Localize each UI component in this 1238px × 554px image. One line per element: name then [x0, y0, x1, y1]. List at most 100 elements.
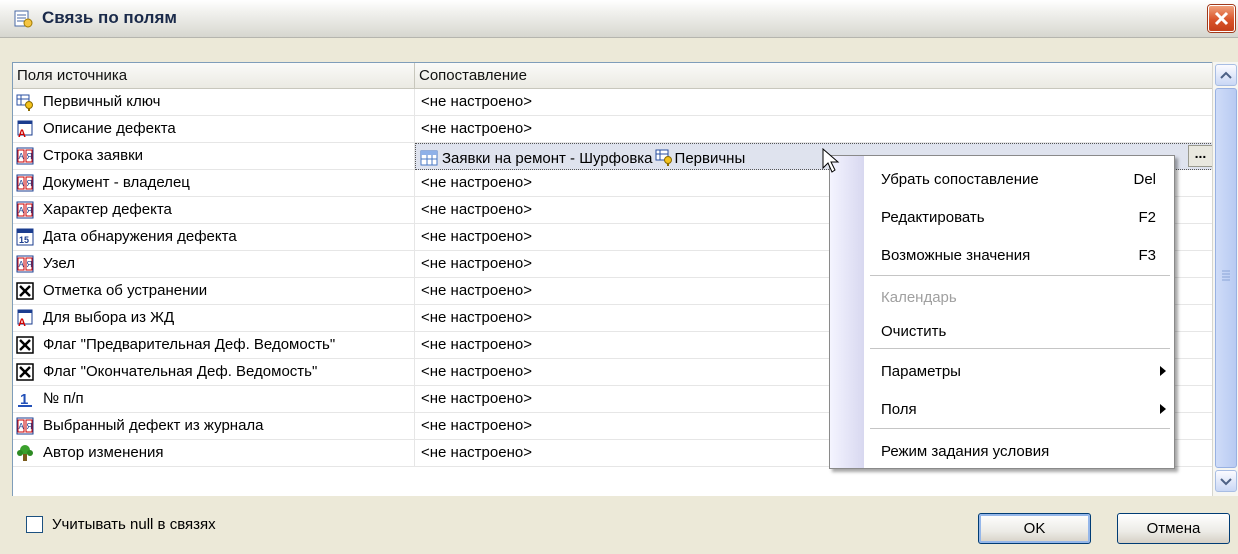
source-field-cell[interactable]: Флаг "Окончательная Деф. Ведомость" — [13, 359, 415, 386]
menu-item[interactable]: Режим задания условия — [864, 432, 1174, 470]
menu-item-label: Поля — [881, 401, 917, 418]
source-field-label: Флаг "Предварительная Деф. Ведомость" — [43, 336, 336, 353]
source-field-label: Отметка об устранении — [43, 282, 208, 299]
source-field-cell[interactable]: Первичный ключ — [13, 89, 415, 116]
key-icon — [655, 148, 673, 170]
title-bar[interactable]: Связь по полям — [0, 0, 1238, 38]
ok-button[interactable]: OK — [978, 513, 1091, 544]
menu-item[interactable]: Возможные значения F3 — [864, 236, 1174, 274]
table-row[interactable]: Первичный ключ <не настроено> — [13, 89, 1215, 116]
menu-item[interactable]: Поля — [864, 390, 1174, 428]
source-field-cell[interactable]: A Я Документ - владелец — [13, 170, 415, 197]
selected-mapping-value: Заявки на ремонт - Шурфовка Первичны — [420, 148, 745, 170]
source-field-cell[interactable]: A Я Строка заявки — [13, 143, 415, 170]
checkbox-icon — [16, 336, 34, 354]
source-field-label: Описание дефекта — [43, 120, 176, 137]
number-icon: 1 — [16, 390, 34, 408]
header-mapping[interactable]: Сопоставление — [415, 63, 1215, 89]
submenu-arrow-icon — [1160, 366, 1166, 376]
source-field-label: Выбранный дефект из журнала — [43, 417, 264, 434]
svg-text:Я: Я — [27, 179, 33, 188]
menu-item[interactable]: Параметры — [864, 352, 1174, 390]
source-field-cell[interactable]: A Описание дефекта — [13, 116, 415, 143]
ellipsis-button[interactable]: ... — [1188, 145, 1213, 167]
menu-item-label: Календарь — [881, 289, 957, 306]
grip-icon — [1222, 270, 1230, 281]
menu-item[interactable]: Очистить — [864, 312, 1174, 350]
source-field-cell[interactable]: A Я Характер дефекта — [13, 197, 415, 224]
menu-item-shortcut: Del — [1133, 171, 1156, 188]
table-icon — [420, 150, 438, 170]
source-field-label: Строка заявки — [43, 147, 144, 164]
table-row[interactable]: A Описание дефекта <не настроено> — [13, 116, 1215, 143]
source-field-label: Первичный ключ — [43, 93, 161, 110]
null-in-links-label[interactable]: Учитывать null в связях — [52, 516, 216, 533]
scroll-thumb[interactable] — [1215, 88, 1237, 468]
close-button[interactable] — [1208, 5, 1235, 32]
string-icon: AЯ — [16, 255, 34, 273]
menu-item: Календарь — [864, 278, 1174, 316]
menu-item-label: Режим задания условия — [881, 443, 1050, 460]
cursor-arrow-icon — [822, 147, 840, 173]
close-icon — [1214, 11, 1229, 26]
menu-item-label: Убрать сопоставление — [881, 171, 1039, 188]
header-source-fields[interactable]: Поля источника — [13, 63, 415, 89]
link-fields-icon — [14, 9, 33, 28]
chevron-down-icon — [1220, 478, 1232, 486]
source-field-cell[interactable]: A Я Выбранный дефект из журнала — [13, 413, 415, 440]
date-icon: 15 — [16, 228, 34, 246]
dialog-footer: Учитывать null в связях OK Отмена — [0, 496, 1238, 554]
svg-text:A: A — [19, 422, 25, 431]
mapping-table-name: Заявки на ремонт - Шурфовка — [442, 150, 653, 167]
svg-text:Я: Я — [27, 260, 33, 269]
string-icon: AЯ — [16, 201, 34, 219]
source-field-cell[interactable]: Отметка об устранении — [13, 278, 415, 305]
vertical-scrollbar[interactable] — [1212, 62, 1238, 496]
scroll-down-button[interactable] — [1215, 470, 1237, 492]
text-icon: A — [16, 120, 34, 140]
scroll-up-button[interactable] — [1215, 64, 1237, 86]
svg-text:Я: Я — [27, 422, 33, 431]
menu-item-label: Редактировать — [881, 209, 985, 226]
svg-text:A: A — [19, 206, 25, 215]
source-field-label: Дата обнаружения дефекта — [43, 228, 237, 245]
svg-text:A: A — [19, 179, 25, 188]
menu-separator — [870, 275, 1170, 276]
key-icon — [16, 93, 34, 111]
menu-separator — [870, 428, 1170, 429]
cancel-button[interactable]: Отмена — [1117, 513, 1230, 544]
chevron-up-icon — [1220, 71, 1232, 79]
grid-header: Поля источника Сопоставление — [13, 63, 1215, 89]
menu-item-label: Возможные значения — [881, 247, 1031, 264]
menu-item-shortcut: F3 — [1138, 247, 1156, 264]
source-field-label: Для выбора из ЖД — [43, 309, 175, 326]
source-field-label: Флаг "Окончательная Деф. Ведомость" — [43, 363, 318, 380]
source-field-cell[interactable]: A Для выбора из ЖД — [13, 305, 415, 332]
source-field-cell[interactable]: 15 Дата обнаружения дефекта — [13, 224, 415, 251]
menu-item-label: Очистить — [881, 323, 947, 340]
text-icon: A — [16, 309, 34, 329]
menu-item[interactable]: Убрать сопоставление Del — [864, 160, 1174, 198]
mapping-field-name: Первичны — [674, 150, 746, 167]
mapping-cell[interactable]: <не настроено> — [415, 89, 1215, 116]
source-field-label: № п/п — [43, 390, 84, 407]
source-field-cell[interactable]: A Я Узел — [13, 251, 415, 278]
source-field-cell[interactable]: Автор изменения — [13, 440, 415, 467]
menu-item-shortcut: F2 — [1138, 209, 1156, 226]
source-field-cell[interactable]: 1 № п/п — [13, 386, 415, 413]
string-icon: AЯ — [16, 147, 34, 165]
svg-text:A: A — [18, 317, 26, 327]
mouse-cursor — [822, 147, 840, 178]
mapping-cell[interactable]: <не настроено> — [415, 116, 1215, 143]
svg-text:Я: Я — [27, 206, 33, 215]
svg-text:A: A — [18, 128, 26, 138]
null-in-links-checkbox[interactable] — [26, 516, 43, 533]
source-field-cell[interactable]: Флаг "Предварительная Деф. Ведомость" — [13, 332, 415, 359]
user-tree-icon — [16, 444, 34, 462]
submenu-arrow-icon — [1160, 404, 1166, 414]
svg-text:15: 15 — [19, 235, 29, 245]
checkbox-icon — [16, 282, 34, 300]
source-field-label: Автор изменения — [43, 444, 164, 461]
menu-item[interactable]: Редактировать F2 — [864, 198, 1174, 236]
svg-text:A: A — [19, 260, 25, 269]
